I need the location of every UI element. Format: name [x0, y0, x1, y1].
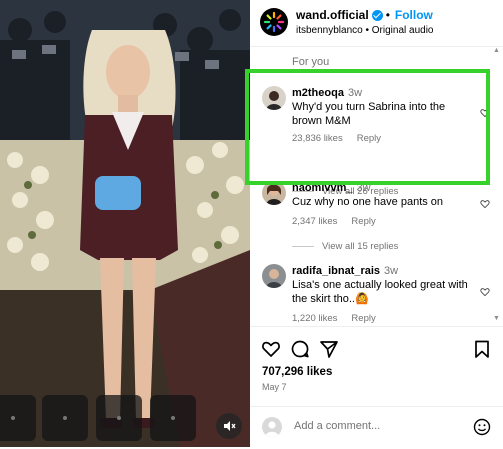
- view-replies-label: View all 15 replies: [322, 241, 399, 252]
- media-thumb: [96, 395, 142, 441]
- speaker-muted-icon[interactable]: [216, 413, 242, 439]
- comment-likes[interactable]: 2,347 likes: [292, 216, 337, 227]
- media-thumb: [0, 395, 36, 441]
- account-username[interactable]: wand.official: [296, 8, 369, 22]
- follow-button[interactable]: Follow: [395, 8, 433, 22]
- highlighted-comment-box: [245, 69, 490, 185]
- reply-button[interactable]: Reply: [351, 313, 375, 324]
- post-actions: 707,296 likes May 7: [250, 326, 503, 448]
- scroll-up-arrow-icon[interactable]: ▲: [493, 47, 500, 54]
- comment-text: Cuz why no one have pants on: [292, 196, 444, 208]
- verified-badge-icon: [371, 9, 383, 21]
- separator-dot: •: [385, 8, 390, 22]
- reply-button[interactable]: Reply: [351, 216, 375, 227]
- comment-input[interactable]: [294, 418, 454, 434]
- likes-count[interactable]: 707,296 likes: [262, 366, 332, 378]
- post-header: wand.official • Follow itsbennyblanco • …: [250, 0, 503, 47]
- emoji-icon[interactable]: [473, 418, 491, 436]
- comment-time: 3w: [384, 265, 399, 277]
- comment-username[interactable]: radifa_ibnat_rais: [292, 265, 380, 277]
- comment-text: Lisa's one actually looked great with th…: [292, 279, 468, 305]
- media-thumb: [42, 395, 88, 441]
- post-panel: wand.official • Follow itsbennyblanco • …: [250, 0, 503, 447]
- feed-label: For you: [292, 56, 330, 68]
- post-media[interactable]: [0, 0, 250, 447]
- post-date: May 7: [262, 382, 287, 392]
- commenter-avatar[interactable]: [262, 264, 286, 288]
- comment-icon[interactable]: [290, 339, 310, 359]
- post-photo: [0, 0, 250, 447]
- comment-bar: [250, 406, 503, 449]
- share-icon[interactable]: [319, 339, 339, 359]
- audio-credit[interactable]: itsbennyblanco • Original audio: [296, 25, 433, 36]
- scroll-down-arrow-icon[interactable]: ▼: [493, 315, 500, 322]
- view-replies-button[interactable]: View all 15 replies: [292, 241, 398, 252]
- comment-likes[interactable]: 1,220 likes: [292, 313, 337, 324]
- bookmark-icon[interactable]: [472, 339, 492, 359]
- user-avatar: [262, 417, 282, 437]
- media-thumb: [150, 395, 196, 441]
- heart-icon[interactable]: [480, 287, 490, 297]
- heart-icon[interactable]: [480, 199, 490, 209]
- heart-icon[interactable]: [261, 339, 281, 359]
- account-avatar[interactable]: [260, 8, 288, 36]
- replies-divider: [292, 246, 314, 247]
